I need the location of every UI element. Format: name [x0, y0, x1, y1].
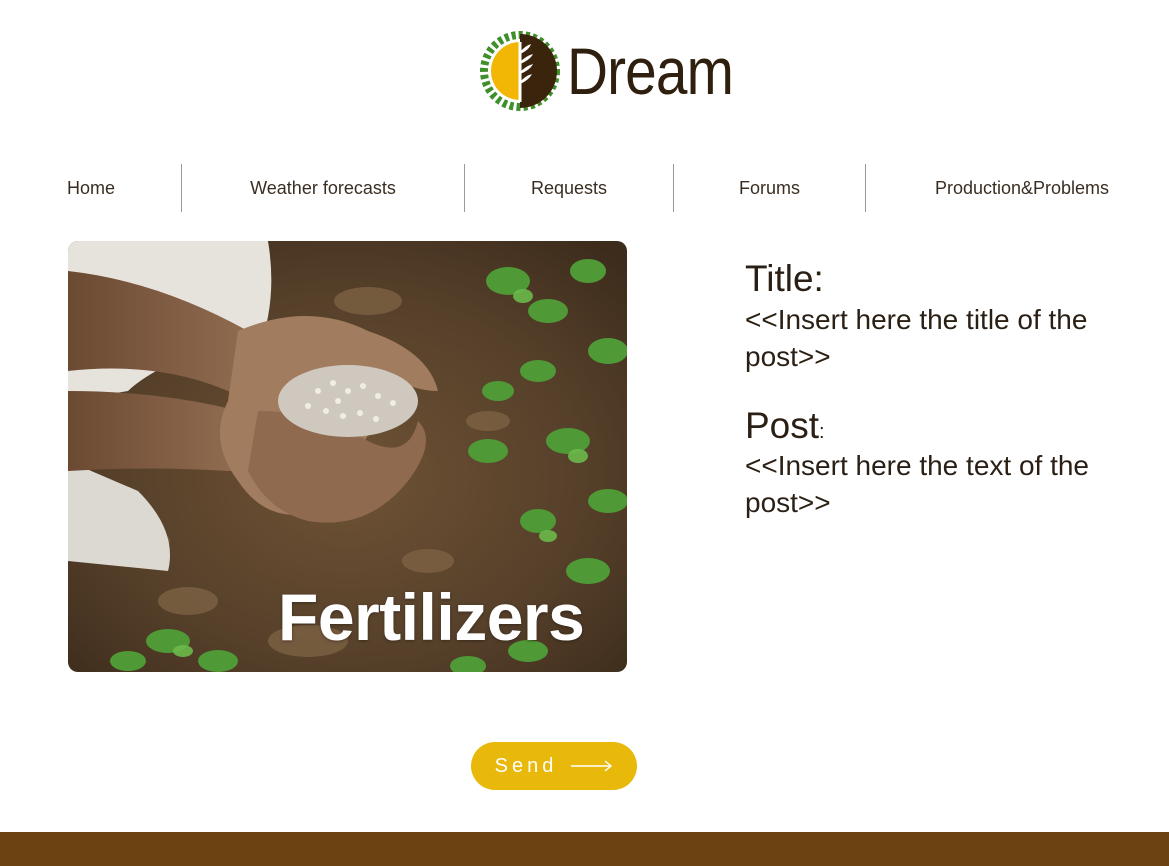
- title-label: Title:: [745, 258, 824, 299]
- wheat-leaf-logo-icon: [480, 31, 560, 111]
- post-form: Title: <<Insert here the title of the po…: [745, 258, 1145, 521]
- nav-item-forums[interactable]: Forums: [674, 164, 865, 212]
- nav-item-requests[interactable]: Requests: [465, 164, 673, 212]
- nav-item-home[interactable]: Home: [0, 164, 182, 212]
- post-text-input[interactable]: <<Insert here the text of the post>>: [745, 447, 1145, 521]
- send-button[interactable]: Send: [471, 742, 637, 790]
- post-label: Post:: [745, 405, 1145, 448]
- post-label-colon: :: [819, 420, 825, 443]
- send-button-label: Send: [494, 754, 558, 777]
- brand-name: Dream: [567, 34, 734, 108]
- nav-item-weather-forecasts[interactable]: Weather forecasts: [182, 164, 464, 212]
- brand-logo[interactable]: Dream: [479, 30, 760, 112]
- main-nav: Home Weather forecasts Requests Forums P…: [0, 164, 1169, 212]
- nav-item-production-problems[interactable]: Production&Problems: [866, 164, 1169, 212]
- image-caption: Fertilizers: [278, 580, 585, 654]
- title-input[interactable]: <<Insert here the title of the post>>: [745, 301, 1145, 375]
- footer-bar: [0, 832, 1169, 866]
- post-label-text: Post: [745, 404, 820, 446]
- long-arrow-right-icon: [571, 760, 613, 772]
- fertilizers-image: Fertilizers: [68, 241, 627, 672]
